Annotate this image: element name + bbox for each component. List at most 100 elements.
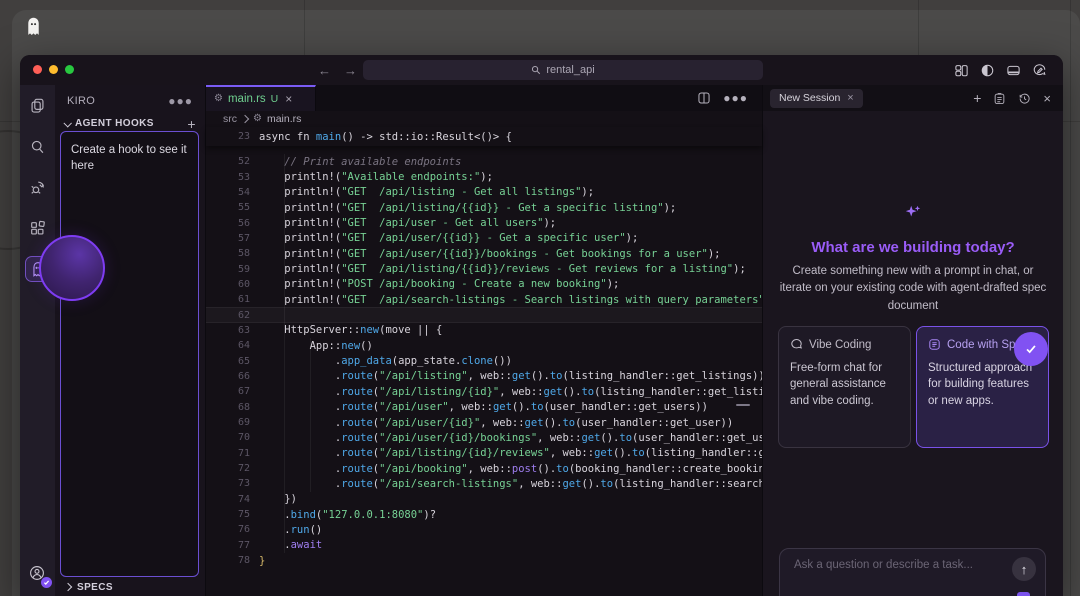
line-number: 54: [206, 187, 250, 198]
breadcrumb-file[interactable]: main.rs: [267, 113, 301, 125]
code-line[interactable]: 57 println!("GET /api/user/{{id}} - Get …: [206, 231, 762, 246]
code-line[interactable]: 65 .app_data(app_state.clone()): [206, 353, 762, 368]
code-line[interactable]: 52 // Print available endpoints: [206, 154, 762, 169]
add-hook-button[interactable]: +: [187, 116, 196, 132]
code-line[interactable]: 59 println!("GET /api/listing/{{id}}/rev…: [206, 261, 762, 276]
code-line[interactable]: 73 .route("/api/search-listings", web::g…: [206, 476, 762, 491]
code-line[interactable]: 66 .route("/api/listing", web::get().to(…: [206, 369, 762, 384]
account-icon[interactable]: [24, 560, 50, 586]
history-icon[interactable]: [1018, 92, 1031, 105]
more-actions-icon[interactable]: ●●●: [723, 91, 748, 105]
code-line[interactable]: 63 HttpServer::new(move || {: [206, 323, 762, 338]
code-token: .: [259, 417, 341, 429]
code-line[interactable]: 60 println!("POST /api/booking - Create …: [206, 277, 762, 292]
code-line[interactable]: 70 .route("/api/user/{id}/bookings", web…: [206, 430, 762, 445]
code-line[interactable]: 76 .run(): [206, 522, 762, 537]
minimize-window-button[interactable]: [49, 65, 58, 74]
close-window-button[interactable]: [33, 65, 42, 74]
code-token: println!(: [259, 217, 341, 229]
agent-hooks-empty-dropzone[interactable]: Create a hook to see it here: [60, 131, 199, 577]
code-line[interactable]: 61 println!("GET /api/search-listings - …: [206, 292, 762, 307]
code-line[interactable]: 62: [206, 307, 762, 322]
breadcrumb[interactable]: src ⚙ main.rs: [206, 111, 762, 127]
code-token: "/api/booking": [379, 463, 468, 475]
code-line[interactable]: 56 println!("GET /api/user - Get all use…: [206, 215, 762, 230]
code-line[interactable]: 71 .route("/api/listing/{id}/reviews", w…: [206, 446, 762, 461]
task-list-icon[interactable]: [993, 92, 1006, 105]
forward-button[interactable]: →: [344, 63, 357, 78]
chat-input[interactable]: [792, 558, 996, 572]
code-token: )?: [423, 509, 436, 521]
code-token: println!(: [259, 202, 341, 214]
agent-hooks-section-header[interactable]: AGENT HOOKS +: [55, 116, 205, 131]
chat-panel-actions: + ×: [973, 85, 1051, 111]
layout-grid-icon[interactable]: [954, 63, 969, 78]
panel-toggle-icon[interactable]: [1006, 63, 1021, 78]
code-line[interactable]: 23async fn main() -> std::io::Result<()>…: [206, 129, 762, 144]
code-line[interactable]: 55 println!("GET /api/listing/{{id}} - G…: [206, 200, 762, 215]
code-token: (listing_handler::get_listings)): [563, 370, 763, 382]
code-line[interactable]: 74 }): [206, 492, 762, 507]
sidebar-toggle-icon[interactable]: [980, 63, 995, 78]
line-number: 55: [206, 202, 250, 213]
code-token: println!(: [259, 232, 341, 244]
code-token: to: [562, 417, 575, 429]
code-token: , web::: [468, 463, 512, 475]
feedback-icon[interactable]: [1032, 63, 1047, 78]
welcome-heading: What are we building today?: [763, 239, 1063, 256]
code-line[interactable]: 78}: [206, 553, 762, 568]
code-line[interactable]: 75 .bind("127.0.0.1:8080")?: [206, 507, 762, 522]
code-line[interactable]: 72 .route("/api/booking", web::post().to…: [206, 461, 762, 476]
command-center-search[interactable]: rental_api: [363, 60, 763, 80]
code-token: bind: [291, 509, 316, 521]
zoom-window-button[interactable]: [65, 65, 74, 74]
chat-session-tab[interactable]: New Session ×: [770, 89, 863, 108]
close-session-icon[interactable]: ×: [847, 92, 853, 104]
new-session-icon[interactable]: +: [973, 91, 981, 105]
code-token: "GET /api/user/{{id}}/bookings - Get boo…: [341, 248, 708, 260]
code-line[interactable]: 54 println!("GET /api/listing - Get all …: [206, 185, 762, 200]
code-text: .bind("127.0.0.1:8080")?: [259, 509, 436, 521]
split-editor-icon[interactable]: [697, 91, 711, 105]
editor-actions: ●●●: [697, 85, 762, 111]
back-button[interactable]: ←: [318, 63, 331, 78]
code-token: get: [493, 401, 512, 413]
explorer-icon[interactable]: [25, 92, 51, 118]
code-token: new: [341, 340, 360, 352]
specs-section-header[interactable]: SPECS: [55, 578, 123, 596]
specs-label: SPECS: [77, 582, 113, 593]
scrollbar-handle[interactable]: [736, 404, 750, 406]
code-text: .route("/api/listing/{id}", web::get().t…: [259, 386, 762, 398]
code-line[interactable]: 69 .route("/api/user/{id}", web::get().t…: [206, 415, 762, 430]
close-panel-icon[interactable]: ×: [1043, 91, 1051, 106]
sticky-line[interactable]: 23async fn main() -> std::io::Result<()>…: [206, 127, 762, 146]
breadcrumb-folder[interactable]: src: [223, 113, 237, 125]
send-button[interactable]: ↑: [1012, 557, 1036, 581]
code-line[interactable]: 67 .route("/api/listing/{id}", web::get(…: [206, 384, 762, 399]
chevron-right-icon: [241, 115, 249, 123]
code-line[interactable]: 64 App::new(): [206, 338, 762, 353]
code-token: get: [512, 370, 531, 382]
code-text: .route("/api/search-listings", web::get(…: [259, 478, 762, 490]
code-token: "/api/listing/{id}/reviews": [379, 447, 550, 459]
code-token: .: [259, 370, 341, 382]
code-token: route: [341, 417, 373, 429]
more-actions-icon[interactable]: ●●●: [168, 94, 193, 108]
vibe-coding-card[interactable]: Vibe Coding Free-form chat for general a…: [778, 326, 911, 448]
code-line[interactable]: 58 println!("GET /api/user/{{id}}/bookin…: [206, 246, 762, 261]
welcome-subtext: Create something new with a prompt in ch…: [777, 263, 1049, 315]
search-icon[interactable]: [25, 133, 51, 159]
debug-icon[interactable]: [25, 174, 51, 200]
code-area[interactable]: 52 // Print available endpoints53 printl…: [206, 146, 762, 596]
code-line[interactable]: 77 .await: [206, 538, 762, 553]
account-status-badge: [41, 577, 52, 588]
code-token: route: [341, 463, 373, 475]
code-line[interactable]: 53 println!("Available endpoints:");: [206, 169, 762, 184]
code-line[interactable]: 68 .route("/api/user", web::get().to(use…: [206, 400, 762, 415]
extensions-icon[interactable]: [25, 215, 51, 241]
kiro-drag-orb[interactable]: [39, 235, 105, 301]
close-tab-icon[interactable]: ×: [285, 92, 292, 106]
chat-input-container[interactable]: ↑: [779, 548, 1046, 596]
tab-main-rs[interactable]: ⚙ main.rs U ×: [206, 85, 316, 111]
code-text: println!("POST /api/booking - Create a n…: [259, 278, 619, 290]
